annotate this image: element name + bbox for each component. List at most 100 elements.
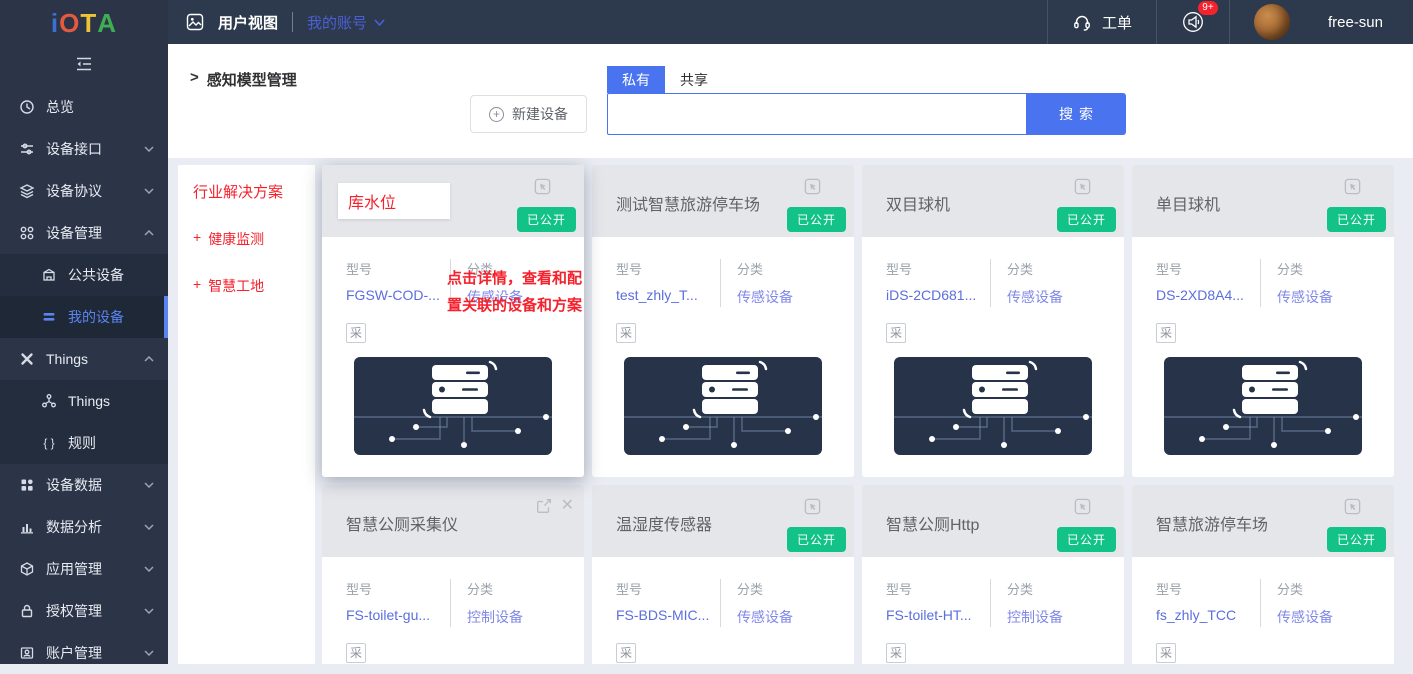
- model-link[interactable]: FS-toilet-gu...: [346, 607, 450, 623]
- sidebar-item-device-management[interactable]: 设备管理: [0, 212, 168, 254]
- sidebar-item-label: 账户管理: [46, 643, 102, 663]
- sidebar-item-device-interface[interactable]: 设备接口: [0, 128, 168, 170]
- device-card[interactable]: 测试智慧旅游停车场 已公开 型号 test_zhly_T... 分类 传感设备 …: [592, 165, 854, 477]
- collect-badge: 采: [346, 643, 366, 663]
- device-card[interactable]: 双目球机 已公开 型号 iDS-2CD681... 分类 传感设备 采: [862, 165, 1124, 477]
- device-name: 测试智慧旅游停车场: [616, 191, 760, 215]
- search-input[interactable]: [607, 93, 1026, 135]
- sidebar-item-device-data[interactable]: 设备数据: [0, 464, 168, 506]
- sidebar-item-label: 设备接口: [46, 139, 102, 159]
- select-cursor-icon[interactable]: [803, 497, 822, 516]
- sidebar-item-things[interactable]: Things: [0, 338, 168, 380]
- sidebar-item-app-management[interactable]: 应用管理: [0, 548, 168, 590]
- select-cursor-icon[interactable]: [1343, 177, 1362, 196]
- model-link[interactable]: iDS-2CD681...: [886, 287, 990, 303]
- avatar[interactable]: [1254, 4, 1290, 40]
- sidebar-item-overview[interactable]: 总览: [0, 86, 168, 128]
- logo-letter: T: [80, 8, 97, 39]
- chevron-down-icon: [144, 146, 154, 152]
- device-illustration: [894, 357, 1092, 455]
- model-link[interactable]: test_zhly_T...: [616, 287, 720, 303]
- select-cursor-icon[interactable]: [1073, 177, 1092, 196]
- solution-item-site[interactable]: + 智慧工地: [193, 276, 315, 296]
- device-name-input[interactable]: [338, 183, 450, 219]
- tab-private[interactable]: 私有: [607, 66, 665, 93]
- device-card[interactable]: 温湿度传感器 已公开 型号 FS-BDS-MIC... 分类 传感设备 采: [592, 485, 854, 664]
- sidebar-item-label: 设备管理: [46, 223, 102, 243]
- menu-fold-icon[interactable]: [75, 57, 93, 76]
- public-devices-icon: [40, 267, 58, 283]
- model-label: 型号: [616, 259, 720, 278]
- sidebar-item-rules[interactable]: { } 规则: [0, 422, 168, 464]
- device-name: 智慧公厕Http: [886, 511, 979, 535]
- category-link[interactable]: 传感设备: [1007, 287, 1063, 307]
- select-cursor-icon[interactable]: [1343, 497, 1362, 516]
- notifications-button[interactable]: 9+: [1156, 0, 1229, 44]
- category-label: 分类: [467, 579, 523, 598]
- sidebar-item-things-sub[interactable]: Things: [0, 380, 168, 422]
- account-icon: [18, 645, 36, 661]
- breadcrumb: > 感知模型管理: [190, 69, 297, 90]
- workspace-image-icon[interactable]: [186, 13, 204, 31]
- headset-icon: [1072, 12, 1092, 32]
- category-label: 分类: [737, 259, 793, 278]
- user-view-menu[interactable]: 用户视图: [218, 12, 278, 33]
- logo-letter: O: [59, 8, 80, 39]
- tab-shared[interactable]: 共享: [665, 66, 723, 93]
- device-illustration: [1164, 357, 1362, 455]
- category-link[interactable]: 控制设备: [467, 607, 523, 627]
- model-label: 型号: [346, 579, 450, 598]
- sidebar-item-data-analysis[interactable]: 数据分析: [0, 506, 168, 548]
- select-cursor-icon[interactable]: [803, 177, 822, 196]
- status-badge: 已公开: [1327, 527, 1386, 552]
- device-card[interactable]: 单目球机 已公开 型号 DS-2XD8A4... 分类 传感设备 采: [1132, 165, 1394, 477]
- select-cursor-icon[interactable]: [1073, 497, 1092, 516]
- category-link[interactable]: 传感设备: [1277, 287, 1333, 307]
- model-link[interactable]: FGSW-COD-...: [346, 287, 450, 303]
- share-icon[interactable]: [535, 497, 553, 515]
- sidebar-item-my-devices[interactable]: 我的设备: [0, 296, 168, 338]
- sidebar-item-label: 设备数据: [46, 475, 102, 495]
- new-device-button[interactable]: + 新建设备: [470, 95, 587, 133]
- chevron-down-icon: [374, 19, 385, 26]
- sidebar-item-device-protocol[interactable]: 设备协议: [0, 170, 168, 212]
- my-account-menu[interactable]: 我的账号: [307, 12, 385, 33]
- logo-letter: i: [51, 8, 59, 39]
- category-label: 分类: [1007, 259, 1063, 278]
- chevron-up-icon: [144, 230, 154, 236]
- work-order-button[interactable]: 工单: [1047, 0, 1156, 44]
- topbar: 用户视图 我的账号 工单 9+ free-sun: [168, 0, 1413, 44]
- device-card[interactable]: 已公开 型号 FGSW-COD-... 分类 传感设备 采 点击详情，查看和配置…: [322, 165, 584, 477]
- device-card[interactable]: 智慧公厕采集仪 ✕ 型号 FS-toilet-gu... 分类 控制设备: [322, 485, 584, 664]
- device-card[interactable]: 智慧公厕Http 已公开 型号 FS-toilet-HT... 分类 控制设备 …: [862, 485, 1124, 664]
- plus-icon: +: [193, 276, 201, 296]
- sidebar-item-auth-management[interactable]: 授权管理: [0, 590, 168, 632]
- main-content: 行业解决方案 + 健康监测 + 智慧工地 已公开 型号 FGSW-COD-...: [168, 158, 1413, 664]
- model-link[interactable]: FS-BDS-MIC...: [616, 607, 720, 623]
- category-link[interactable]: 传感设备: [737, 287, 793, 307]
- sidebar-item-label: Things: [46, 351, 88, 367]
- collect-badge: 采: [1156, 643, 1176, 663]
- model-link[interactable]: fs_zhly_TCC: [1156, 607, 1260, 623]
- category-link[interactable]: 传感设备: [1277, 607, 1333, 627]
- username[interactable]: free-sun: [1328, 14, 1413, 31]
- category-link[interactable]: 传感设备: [737, 607, 793, 627]
- sidebar: i O T A 总览 设备接口 设备协议 设备管理 公共设备 我的设备 Th: [0, 0, 168, 664]
- sidebar-item-public-devices[interactable]: 公共设备: [0, 254, 168, 296]
- close-icon[interactable]: ✕: [561, 498, 574, 514]
- visibility-tabs: 私有 共享: [607, 66, 723, 93]
- search-button[interactable]: 搜索: [1026, 93, 1126, 135]
- profile-area: free-sun: [1229, 0, 1413, 44]
- model-label: 型号: [886, 259, 990, 278]
- model-link[interactable]: FS-toilet-HT...: [886, 607, 990, 623]
- category-label: 分类: [1007, 579, 1063, 598]
- model-link[interactable]: DS-2XD8A4...: [1156, 287, 1260, 303]
- device-card[interactable]: 智慧旅游停车场 已公开 型号 fs_zhly_TCC 分类 传感设备 采: [1132, 485, 1394, 664]
- select-cursor-icon[interactable]: [533, 177, 552, 196]
- category-link[interactable]: 控制设备: [1007, 607, 1063, 627]
- app-management-icon: [18, 561, 36, 577]
- sidebar-item-account-management[interactable]: 账户管理: [0, 632, 168, 674]
- device-card-grid: 已公开 型号 FGSW-COD-... 分类 传感设备 采 点击详情，查看和配置…: [322, 165, 1394, 664]
- solution-item-health[interactable]: + 健康监测: [193, 229, 315, 249]
- rules-icon: { }: [40, 435, 58, 451]
